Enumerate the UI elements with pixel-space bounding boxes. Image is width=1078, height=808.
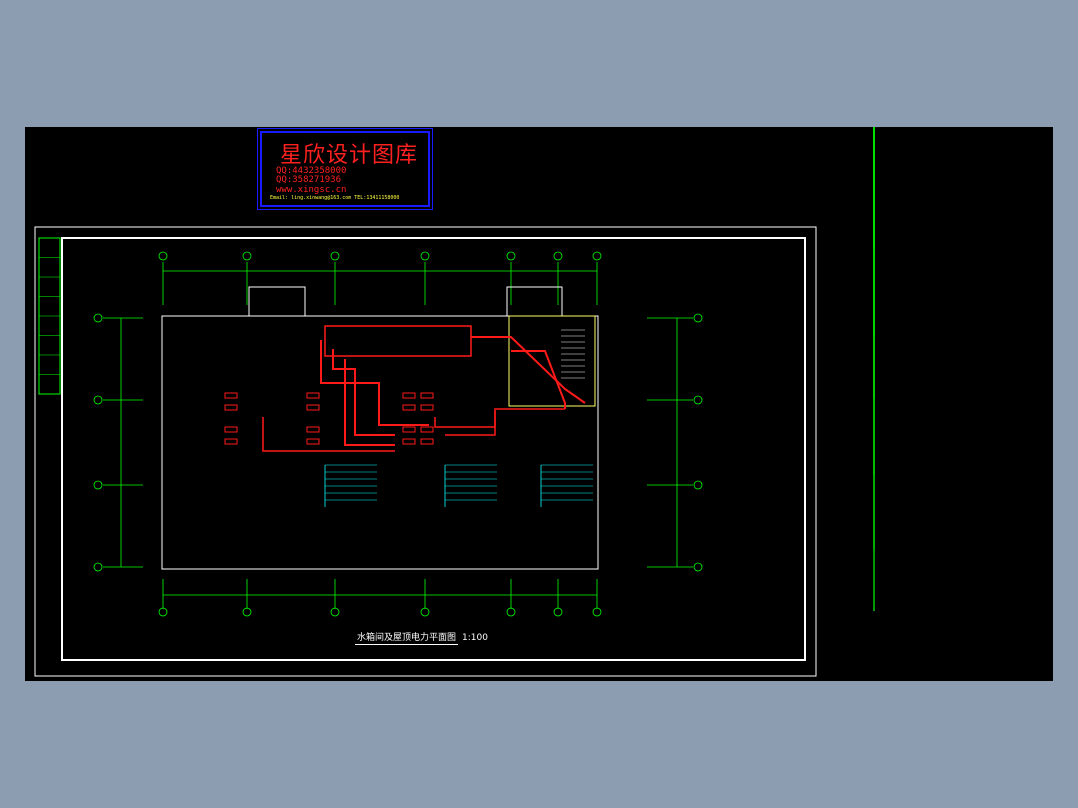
axis-bubble-bottom — [330, 607, 340, 617]
electrical-plan-drawing — [34, 127, 875, 677]
axis-bubble-top — [592, 251, 602, 261]
equipment-pad — [402, 404, 416, 411]
watermark-contact: Email: ling.xinwang@163.com TEL:13411158… — [270, 195, 400, 201]
equipment-pad — [224, 438, 238, 445]
equipment-pad — [420, 426, 434, 433]
drawing-scale: 1:100 — [462, 633, 488, 643]
equipment-pad — [224, 404, 238, 411]
axis-bubble-left — [93, 562, 103, 572]
building-outline — [161, 286, 599, 570]
feeder-2 — [332, 349, 395, 436]
equipment-pad — [420, 404, 434, 411]
equipment-pad — [402, 426, 416, 433]
drawing-title-text: 水箱间及屋顶电力平面图 — [355, 633, 459, 645]
equipment-pad — [306, 438, 320, 445]
equipment-pad — [402, 438, 416, 445]
feeder-5 — [511, 350, 566, 409]
stair-core — [508, 315, 596, 407]
outer-frame — [34, 226, 817, 677]
axis-grid — [93, 251, 703, 617]
feeder-3 — [344, 359, 395, 446]
axis-bubble-bottom — [506, 607, 516, 617]
watermark-title: 星欣设计图库 — [280, 143, 419, 168]
roof-outline — [161, 315, 599, 570]
axis-bubble-right — [693, 562, 703, 572]
drawing-title: 水箱间及屋顶电力平面图 1:100 — [355, 630, 488, 645]
inner-frame — [61, 237, 806, 661]
bump-right — [506, 286, 563, 316]
axis-bubble-right — [693, 313, 703, 323]
bump-left — [248, 286, 306, 316]
equipment-pad — [420, 438, 434, 445]
feeder-4 — [471, 336, 586, 404]
equipment-pad — [306, 404, 320, 411]
watermark-url: www.xingsc.cn — [276, 185, 347, 195]
equipment-pad — [224, 392, 238, 399]
axis-bubble-top — [420, 251, 430, 261]
feeder-8 — [445, 411, 496, 436]
feeder-1 — [320, 340, 429, 426]
axis-bubble-left — [93, 313, 103, 323]
axis-bubble-right — [693, 480, 703, 490]
drawing-frame — [34, 226, 817, 677]
equipment-pad — [420, 392, 434, 399]
axis-bubble-bottom — [553, 607, 563, 617]
axis-bubble-bottom — [420, 607, 430, 617]
axis-bubble-top — [506, 251, 516, 261]
stair-room — [508, 315, 596, 407]
axis-bubble-bottom — [592, 607, 602, 617]
feeder-7 — [434, 408, 565, 428]
equipment-pad — [306, 392, 320, 399]
axis-bubble-bottom — [158, 607, 168, 617]
axis-bubble-top — [242, 251, 252, 261]
axis-bubble-bottom — [242, 607, 252, 617]
axis-bubble-top — [330, 251, 340, 261]
distribution-panel-row — [324, 325, 472, 357]
watermark-qq-2: QQ:358271936 — [276, 175, 342, 185]
axis-bubble-top — [553, 251, 563, 261]
equipment-pad — [224, 426, 238, 433]
power-circuits — [224, 325, 586, 452]
axis-bubble-left — [93, 395, 103, 405]
axis-bubble-top — [158, 251, 168, 261]
equipment-pad — [402, 392, 416, 399]
equipment-pad — [306, 426, 320, 433]
axis-bubble-right — [693, 395, 703, 405]
cad-viewport[interactable]: 星欣设计图库 QQ:4432358000 QQ:358271936 www.xi… — [25, 127, 1053, 681]
watermark-stamp: 星欣设计图库 QQ:4432358000 QQ:358271936 www.xi… — [257, 128, 433, 210]
axis-bubble-left — [93, 480, 103, 490]
circuit-annotations — [324, 464, 593, 507]
